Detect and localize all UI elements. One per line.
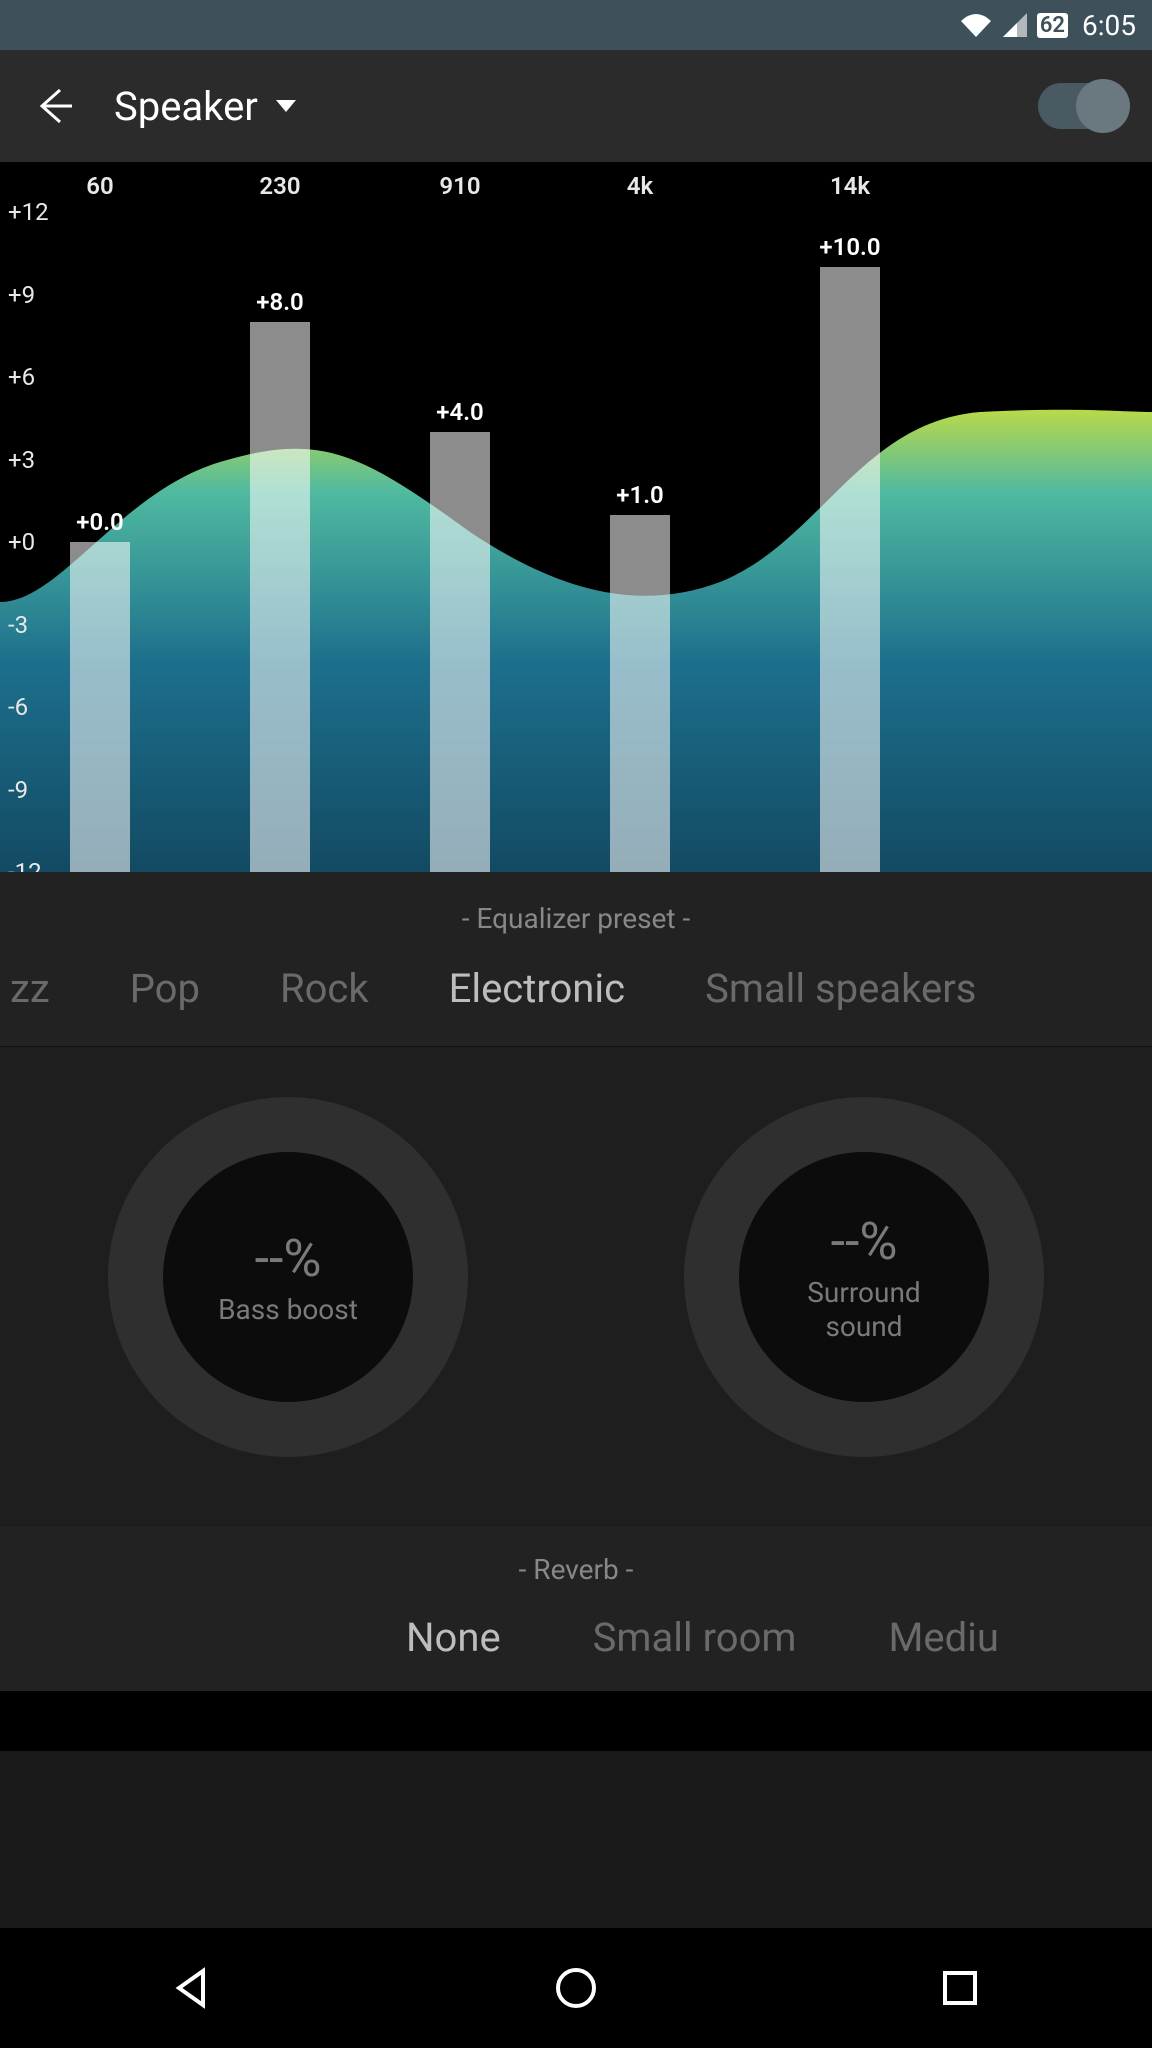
eq-curve xyxy=(0,162,1152,872)
x-axis-labels: 60 230 910 4k 14k xyxy=(0,172,1152,202)
x-tick: 60 xyxy=(86,172,113,200)
nav-back-button[interactable] xyxy=(162,1958,222,2018)
output-label: Speaker xyxy=(114,83,258,130)
output-selector[interactable]: Speaker xyxy=(114,83,296,130)
eq-band-slider[interactable]: +1.0 xyxy=(610,515,670,873)
y-tick: +3 xyxy=(8,446,35,474)
back-button[interactable] xyxy=(24,76,84,136)
band-value-label: +4.0 xyxy=(436,398,483,426)
x-tick: 14k xyxy=(830,172,870,200)
x-tick: 230 xyxy=(259,172,300,200)
preset-scroller[interactable]: zzPopRockElectronicSmall speakers xyxy=(0,965,1152,1046)
y-tick: +6 xyxy=(8,363,35,391)
arrow-left-icon xyxy=(32,84,76,128)
bass-value: --% xyxy=(255,1228,322,1289)
reverb-scroller[interactable]: NoneSmall roomMediu xyxy=(0,1614,1152,1661)
preset-item[interactable]: zz xyxy=(0,965,90,1012)
eq-band-slider[interactable]: +8.0 xyxy=(250,322,310,872)
x-tick: 910 xyxy=(439,172,480,200)
eq-band-slider[interactable]: +0.0 xyxy=(70,542,130,872)
preset-item[interactable]: Small speakers xyxy=(665,965,1016,1012)
android-nav-bar xyxy=(0,1928,1152,2048)
surround-label: Surroundsound xyxy=(807,1276,920,1343)
band-value-label: +8.0 xyxy=(256,288,303,316)
surround-value: --% xyxy=(831,1211,898,1272)
circle-home-icon xyxy=(551,1963,601,2013)
preset-section: - Equalizer preset - zzPopRockElectronic… xyxy=(0,872,1152,1047)
triangle-back-icon xyxy=(167,1963,217,2013)
app-toolbar: Speaker xyxy=(0,50,1152,162)
surround-dial[interactable]: --% Surroundsound xyxy=(684,1097,1044,1457)
nav-recent-button[interactable] xyxy=(930,1958,990,2018)
reverb-item[interactable]: Mediu xyxy=(842,1614,1044,1661)
preset-item[interactable]: Electronic xyxy=(409,965,665,1012)
bottom-strip xyxy=(0,1691,1152,1751)
battery-icon: 62 xyxy=(1037,13,1068,38)
reverb-item[interactable]: Small room xyxy=(547,1614,843,1661)
preset-item[interactable]: Pop xyxy=(90,965,240,1012)
signal-icon xyxy=(1001,11,1029,39)
bass-boost-dial[interactable]: --% Bass boost xyxy=(108,1097,468,1457)
clock-text: 6:05 xyxy=(1082,9,1136,42)
preset-item[interactable]: Rock xyxy=(240,965,409,1012)
y-tick: +0 xyxy=(8,528,35,556)
x-tick: 4k xyxy=(627,172,653,200)
band-value-label: +10.0 xyxy=(819,233,880,261)
preset-heading: - Equalizer preset - xyxy=(0,902,1152,935)
y-tick: -12 xyxy=(8,858,42,872)
reverb-item[interactable]: None xyxy=(360,1614,547,1661)
knob-row: --% Bass boost --% Surroundsound xyxy=(0,1047,1152,1527)
equalizer-toggle[interactable] xyxy=(1038,83,1128,129)
eq-band-slider[interactable]: +4.0 xyxy=(430,432,490,872)
reverb-section: - Reverb - NoneSmall roomMediu xyxy=(0,1527,1152,1691)
bass-label: Bass boost xyxy=(218,1293,358,1327)
square-recent-icon xyxy=(935,1963,985,2013)
y-tick: -9 xyxy=(8,776,28,804)
chevron-down-icon xyxy=(276,100,296,112)
y-tick: -6 xyxy=(8,693,28,721)
y-tick: +12 xyxy=(8,198,49,226)
toggle-knob xyxy=(1076,79,1130,133)
android-status-bar: 62 6:05 xyxy=(0,0,1152,50)
equalizer-chart: +12 +9 +6 +3 +0 -3 -6 -9 -12 60 230 910 4k 14k +0.0 +… xyxy=(0,162,1152,872)
reverb-heading: - Reverb - xyxy=(0,1553,1152,1586)
y-tick: -3 xyxy=(8,611,28,639)
band-value-label: +1.0 xyxy=(616,481,663,509)
y-tick: +9 xyxy=(8,281,35,309)
wifi-icon xyxy=(959,11,993,39)
eq-band-slider[interactable]: +10.0 xyxy=(820,267,880,872)
nav-home-button[interactable] xyxy=(546,1958,606,2018)
band-value-label: +0.0 xyxy=(76,508,123,536)
